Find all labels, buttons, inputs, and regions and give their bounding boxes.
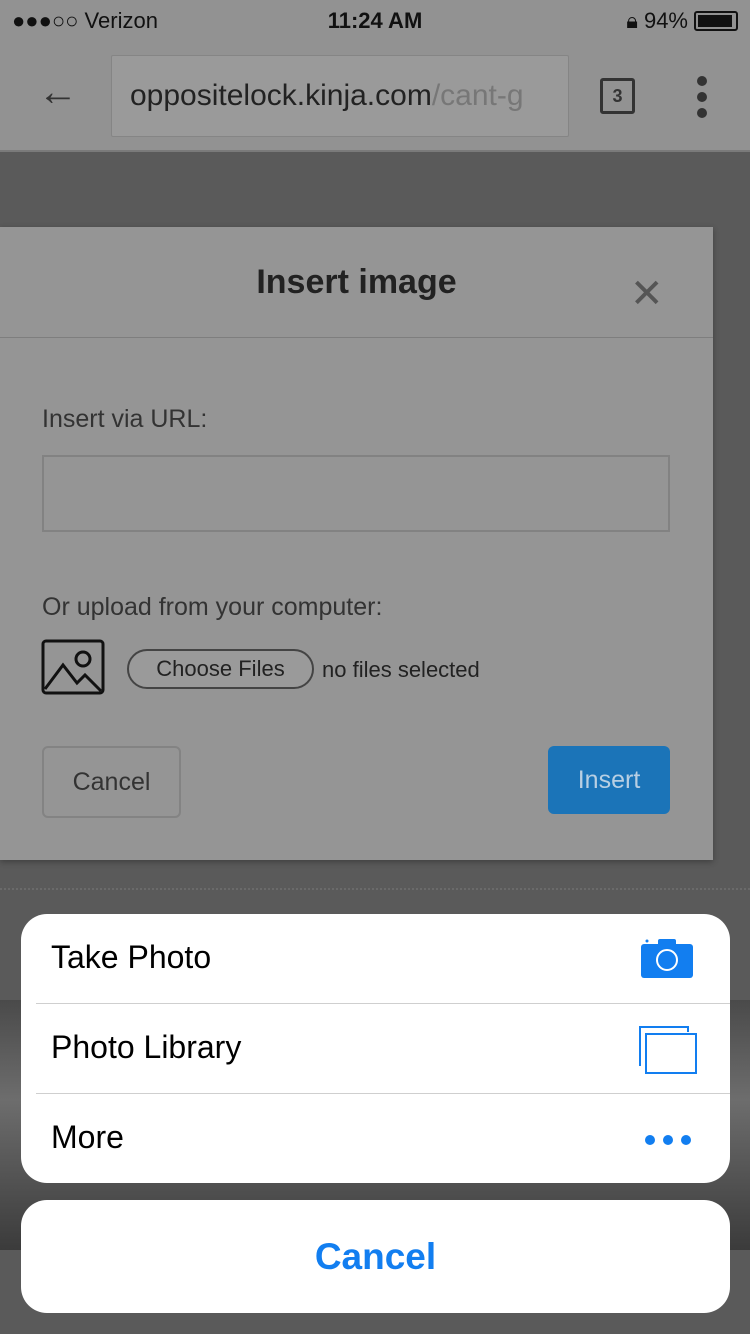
battery-percent: 94% — [643, 8, 688, 33]
upload-label: Or upload from your computer: — [42, 593, 383, 621]
more-icon — [645, 1135, 691, 1145]
address-bar[interactable]: oppositelock.kinja.com/cant-g — [111, 55, 569, 137]
rotation-lock-icon: 🔒︎ — [626, 8, 638, 33]
insert-button[interactable]: Insert — [548, 746, 670, 814]
close-icon[interactable]: ✕ — [630, 271, 664, 317]
camera-icon — [641, 939, 693, 978]
photo-library-icon — [639, 1026, 697, 1074]
insert-image-dialog: Insert image ✕ Insert via URL: Or upload… — [0, 227, 713, 860]
action-sheet-cancel-button[interactable]: Cancel — [21, 1200, 730, 1313]
dialog-title: Insert image — [256, 263, 457, 301]
file-status: no files selected — [322, 657, 480, 682]
url-input[interactable] — [42, 455, 670, 532]
photo-library-option[interactable]: Photo Library — [21, 1004, 730, 1094]
divider — [0, 888, 750, 890]
overflow-menu-icon[interactable] — [697, 76, 707, 118]
action-sheet: Take Photo Photo Library More — [21, 914, 730, 1183]
image-icon — [41, 639, 105, 695]
more-option[interactable]: More — [21, 1094, 730, 1183]
take-photo-option[interactable]: Take Photo — [21, 914, 730, 1004]
tab-switcher-button[interactable]: 3 — [600, 78, 635, 114]
choose-files-button[interactable]: Choose Files — [127, 649, 314, 689]
back-arrow-icon[interactable]: ← — [38, 70, 78, 115]
browser-toolbar: ← oppositelock.kinja.com/cant-g 3 — [0, 40, 750, 152]
url-label: Insert via URL: — [42, 405, 208, 433]
status-bar: ●●●○○ Verizon 11:24 AM 🔒︎ 94% — [0, 0, 750, 40]
dialog-cancel-button[interactable]: Cancel — [42, 746, 181, 818]
battery-icon — [694, 11, 738, 31]
